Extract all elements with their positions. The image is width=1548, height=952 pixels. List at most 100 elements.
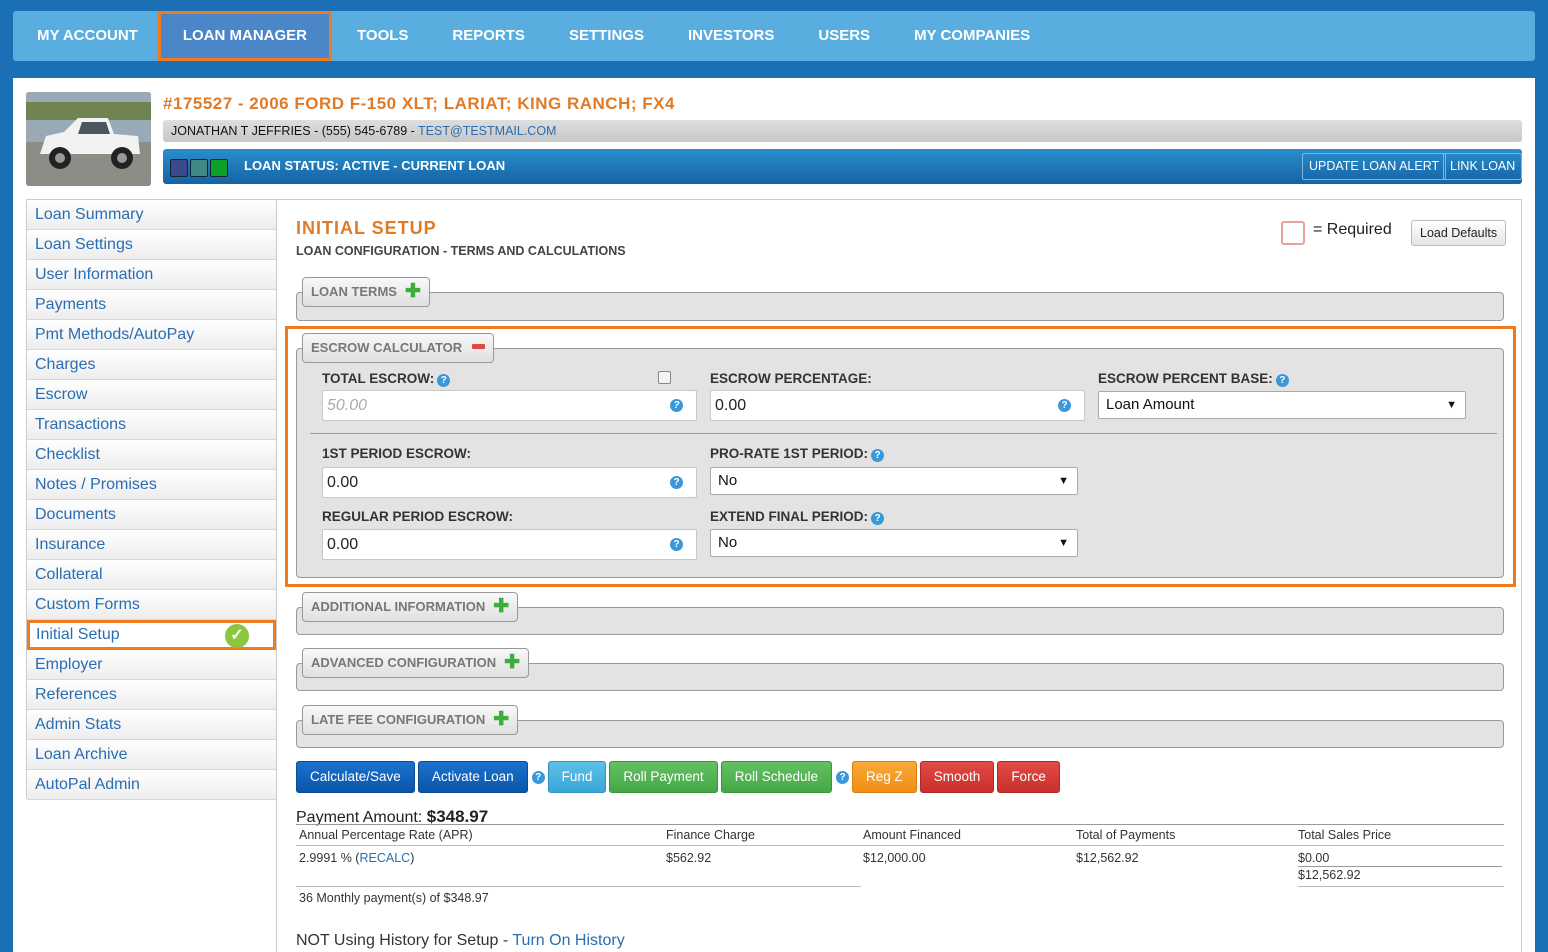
escrow-percent-base-label: ESCROW PERCENT BASE:? <box>1098 371 1289 387</box>
help-icon[interactable]: ? <box>871 449 885 462</box>
escrow-percentage-label: ESCROW PERCENTAGE: <box>710 371 872 386</box>
page-title: INITIAL SETUP <box>296 218 437 238</box>
nav-my-account[interactable]: MY ACCOUNT <box>15 11 160 61</box>
sidebar-item-loan-settings[interactable]: Loan Settings <box>27 230 276 260</box>
sidebar-item-custom-forms[interactable]: Custom Forms <box>27 590 276 620</box>
finance-charge-value: $562.92 <box>666 851 712 865</box>
sidebar-item-user-information[interactable]: User Information <box>27 260 276 290</box>
link-loan-button[interactable]: LINK LOAN <box>1443 153 1523 180</box>
header-total-payments: Total of Payments <box>1076 828 1176 842</box>
prorate-first-period-select[interactable]: No ▼ <box>710 467 1078 495</box>
vehicle-photo[interactable] <box>26 92 151 186</box>
sidebar-item-loan-archive[interactable]: Loan Archive <box>27 740 276 770</box>
turn-on-history-link[interactable]: Turn On History <box>512 932 624 949</box>
help-icon[interactable]: ? <box>871 512 885 525</box>
section-label: LATE FEE CONFIGURATION <box>311 712 486 727</box>
loan-header: #175527 - 2006 FORD F-150 XLT; LARIAT; K… <box>26 92 1523 186</box>
sidebar-item-charges[interactable]: Charges <box>27 350 276 380</box>
sales-price-value-2: $12,562.92 <box>1298 868 1361 882</box>
nav-investors[interactable]: INVESTORS <box>666 11 796 61</box>
loan-terms-toggle[interactable]: LOAN TERMS ✚ <box>302 277 430 307</box>
expand-plus-icon: ✚ <box>493 596 510 617</box>
dropdown-arrow-icon: ▼ <box>1058 537 1069 549</box>
sidebar-item-documents[interactable]: Documents <box>27 500 276 530</box>
help-icon[interactable]: ? <box>531 770 545 784</box>
escrow-percent-base-select[interactable]: Loan Amount ▼ <box>1098 391 1466 419</box>
escrow-percentage-input[interactable]: 0.00? <box>710 390 1085 421</box>
recalc-link[interactable]: RECALC <box>359 851 410 865</box>
page-subtitle: LOAN CONFIGURATION - TERMS AND CALCULATI… <box>296 244 626 258</box>
reg-z-button[interactable]: Reg Z <box>852 761 917 793</box>
payment-schedule-text: 36 Monthly payment(s) of $348.97 <box>299 891 489 905</box>
smooth-button[interactable]: Smooth <box>919 761 995 793</box>
sidebar-item-transactions[interactable]: Transactions <box>27 410 276 440</box>
apr-value: 2.9991 % (RECALC) <box>299 851 415 865</box>
status-swatch-3[interactable] <box>210 159 228 177</box>
sidebar-item-checklist[interactable]: Checklist <box>27 440 276 470</box>
sidebar: Loan Summary Loan Settings User Informat… <box>26 199 277 800</box>
nav-reports[interactable]: REPORTS <box>430 11 547 61</box>
force-button[interactable]: Force <box>997 761 1060 793</box>
help-icon[interactable]: ? <box>670 476 683 489</box>
escrow-calculator-toggle[interactable]: ESCROW CALCULATOR <box>302 333 495 363</box>
sidebar-item-autopal-admin[interactable]: AutoPal Admin <box>27 770 276 800</box>
sidebar-item-collateral[interactable]: Collateral <box>27 560 276 590</box>
help-icon[interactable]: ? <box>836 770 850 784</box>
dropdown-arrow-icon: ▼ <box>1446 399 1457 411</box>
help-icon[interactable]: ? <box>670 538 683 551</box>
sidebar-item-insurance[interactable]: Insurance <box>27 530 276 560</box>
sidebar-item-payments[interactable]: Payments <box>27 290 276 320</box>
total-escrow-label: TOTAL ESCROW:? <box>322 371 451 387</box>
section-label: ADVANCED CONFIGURATION <box>311 655 497 670</box>
nav-loan-manager[interactable]: LOAN MANAGER <box>157 11 333 61</box>
first-period-escrow-input[interactable]: 0.00? <box>322 467 697 498</box>
advanced-configuration-toggle[interactable]: ADVANCED CONFIGURATION ✚ <box>302 648 530 678</box>
sidebar-item-label: Initial Setup <box>36 626 120 643</box>
nav-my-companies[interactable]: MY COMPANIES <box>892 11 1052 61</box>
sidebar-item-references[interactable]: References <box>27 680 276 710</box>
amount-financed-value: $12,000.00 <box>863 851 926 865</box>
sidebar-item-admin-stats[interactable]: Admin Stats <box>27 710 276 740</box>
nav-users[interactable]: USERS <box>796 11 892 61</box>
roll-payment-button[interactable]: Roll Payment <box>609 761 718 793</box>
late-fee-configuration-toggle[interactable]: LATE FEE CONFIGURATION ✚ <box>302 705 519 735</box>
regular-period-escrow-input[interactable]: 0.00? <box>322 529 697 560</box>
header-apr: Annual Percentage Rate (APR) <box>299 828 473 842</box>
total-escrow-checkbox[interactable] <box>658 371 671 384</box>
loan-status-bar: LOAN STATUS: ACTIVE - CURRENT LOAN UPDAT… <box>163 149 1523 184</box>
update-loan-alert-button[interactable]: UPDATE LOAN ALERT <box>1302 153 1447 180</box>
fund-button[interactable]: Fund <box>547 761 607 793</box>
contact-name: JONATHAN T JEFFRIES - (555) 545-6789 - <box>171 124 419 138</box>
sidebar-item-employer[interactable]: Employer <box>27 650 276 680</box>
nav-settings[interactable]: SETTINGS <box>547 11 666 61</box>
help-icon[interactable]: ? <box>1275 374 1289 387</box>
history-status: NOT Using History for Setup - Turn On Hi… <box>296 932 625 949</box>
page-container: #175527 - 2006 FORD F-150 XLT; LARIAT; K… <box>13 78 1535 952</box>
prorate-first-period-label: PRO-RATE 1ST PERIOD:? <box>710 446 885 462</box>
sidebar-item-initial-setup[interactable]: Initial Setup ✓ <box>27 620 276 650</box>
extend-final-period-label: EXTEND FINAL PERIOD:? <box>710 509 885 525</box>
header-finance-charge: Finance Charge <box>666 828 755 842</box>
help-icon[interactable]: ? <box>670 399 683 412</box>
status-swatch-2[interactable] <box>190 159 208 177</box>
status-swatch-1[interactable] <box>170 159 188 177</box>
sidebar-item-notes[interactable]: Notes / Promises <box>27 470 276 500</box>
roll-schedule-button[interactable]: Roll Schedule <box>720 761 833 793</box>
sidebar-item-pmt-methods[interactable]: Pmt Methods/AutoPay <box>27 320 276 350</box>
regular-period-escrow-label: REGULAR PERIOD ESCROW: <box>322 509 514 524</box>
sidebar-item-loan-summary[interactable]: Loan Summary <box>27 200 276 230</box>
contact-bar: JONATHAN T JEFFRIES - (555) 545-6789 - T… <box>163 120 1522 142</box>
contact-email-link[interactable]: TEST@TESTMAIL.COM <box>418 124 556 138</box>
first-period-escrow-label: 1ST PERIOD ESCROW: <box>322 446 472 461</box>
extend-final-period-select[interactable]: No ▼ <box>710 529 1078 557</box>
activate-loan-button[interactable]: Activate Loan <box>417 761 528 793</box>
nav-tools[interactable]: TOOLS <box>335 11 430 61</box>
load-defaults-button[interactable]: Load Defaults <box>1411 220 1507 246</box>
additional-information-toggle[interactable]: ADDITIONAL INFORMATION ✚ <box>302 592 519 622</box>
total-escrow-input[interactable]: 50.00? <box>322 390 697 421</box>
table-row-border <box>1298 886 1504 887</box>
sidebar-item-escrow[interactable]: Escrow <box>27 380 276 410</box>
calculate-save-button[interactable]: Calculate/Save <box>296 761 415 793</box>
help-icon[interactable]: ? <box>1058 399 1071 412</box>
help-icon[interactable]: ? <box>437 374 451 387</box>
